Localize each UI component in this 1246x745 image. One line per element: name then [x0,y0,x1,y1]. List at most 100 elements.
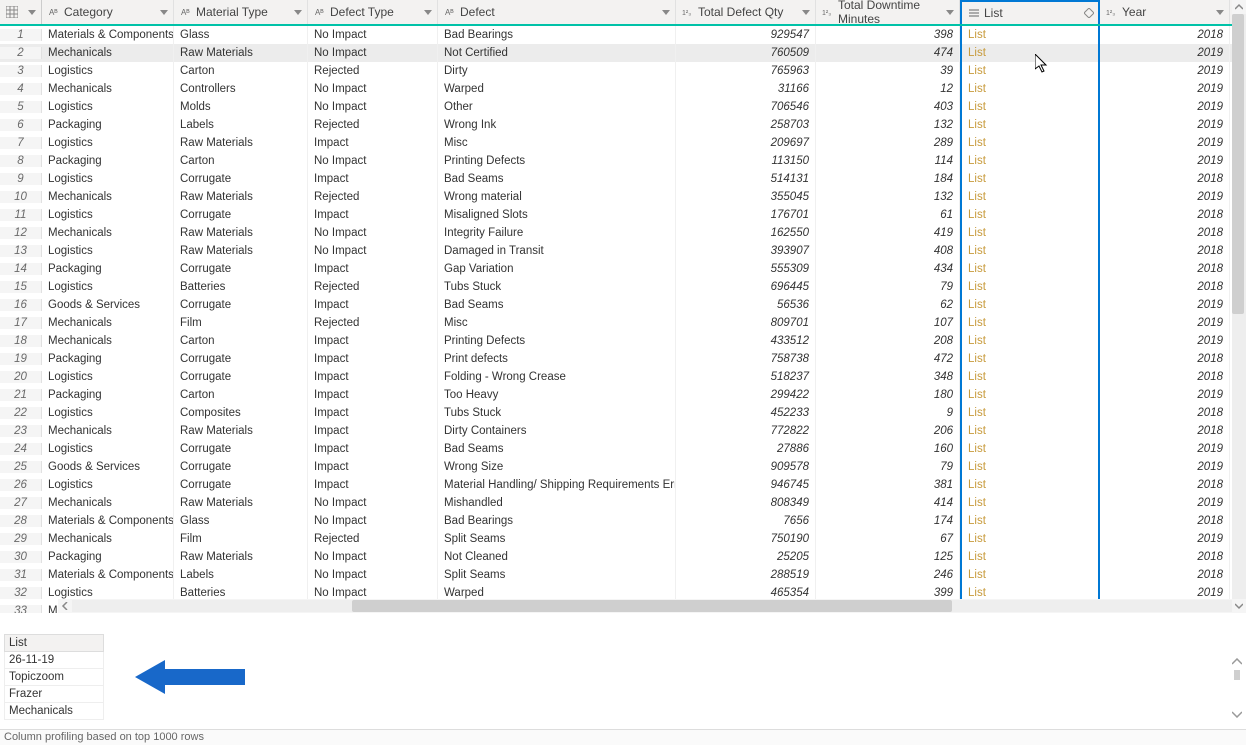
cell-qty[interactable]: 258703 [676,116,816,134]
cell-year[interactable]: 2018 [1100,422,1230,440]
cell-defect[interactable]: Gap Variation [438,260,676,278]
cell-material[interactable]: Corrugate [174,296,308,314]
cell-defect[interactable]: Bad Seams [438,296,676,314]
cell-list[interactable]: List [960,206,1100,224]
table-row[interactable]: 28Materials & ComponentsGlassNo ImpactBa… [0,512,1246,530]
row-number[interactable]: 24 [0,443,42,455]
table-row[interactable]: 17MechanicalsFilmRejectedMisc809701107Li… [0,314,1246,332]
cell-list[interactable]: List [960,476,1100,494]
filter-dropdown-icon[interactable] [292,6,304,18]
cell-qty[interactable]: 355045 [676,188,816,206]
row-number[interactable]: 9 [0,173,42,185]
cell-defect[interactable]: Bad Seams [438,440,676,458]
table-row[interactable]: 9LogisticsCorrugateImpactBad Seams514131… [0,170,1246,188]
cell-category[interactable]: Packaging [42,350,174,368]
cell-qty[interactable]: 25205 [676,548,816,566]
cell-year[interactable]: 2019 [1100,530,1230,548]
cell-category[interactable]: Logistics [42,440,174,458]
column-header-total-defect-qty[interactable]: 1²₃ Total Defect Qty [676,0,816,24]
row-number[interactable]: 11 [0,209,42,221]
row-number[interactable]: 20 [0,371,42,383]
table-row[interactable]: 2MechanicalsRaw MaterialsNo ImpactNot Ce… [0,44,1246,62]
cell-defect[interactable]: Warped [438,80,676,98]
cell-defect-type[interactable]: No Impact [308,566,438,584]
cell-downtime[interactable]: 208 [816,332,960,350]
cell-material[interactable]: Corrugate [174,458,308,476]
cell-defect-type[interactable]: Impact [308,332,438,350]
cell-defect[interactable]: Integrity Failure [438,224,676,242]
cell-material[interactable]: Carton [174,332,308,350]
cell-category[interactable]: Goods & Services [42,296,174,314]
cell-material[interactable]: Raw Materials [174,188,308,206]
cell-qty[interactable]: 760509 [676,44,816,62]
cell-downtime[interactable]: 184 [816,170,960,188]
cell-material[interactable]: Raw Materials [174,548,308,566]
cell-defect[interactable]: Bad Bearings [438,512,676,530]
cell-qty[interactable]: 176701 [676,206,816,224]
cell-year[interactable]: 2019 [1100,296,1230,314]
cell-year[interactable]: 2019 [1100,494,1230,512]
cell-qty[interactable]: 393907 [676,242,816,260]
cell-year[interactable]: 2018 [1100,224,1230,242]
cell-defect-type[interactable]: Rejected [308,188,438,206]
cell-defect[interactable]: Too Heavy [438,386,676,404]
cell-qty[interactable]: 929547 [676,26,816,44]
column-header-material-type[interactable]: Aᴮ Material Type [174,0,308,24]
cell-defect[interactable]: Print defects [438,350,676,368]
row-number[interactable]: 25 [0,461,42,473]
cell-list[interactable]: List [960,296,1100,314]
cell-qty[interactable]: 31166 [676,80,816,98]
table-row[interactable]: 24LogisticsCorrugateImpactBad Seams27886… [0,440,1246,458]
cell-defect-type[interactable]: No Impact [308,548,438,566]
cell-downtime[interactable]: 12 [816,80,960,98]
column-header-defect-type[interactable]: Aᴮ Defect Type [308,0,438,24]
cell-year[interactable]: 2019 [1100,458,1230,476]
detail-item[interactable]: Mechanicals [4,703,104,720]
cell-downtime[interactable]: 472 [816,350,960,368]
cell-qty[interactable]: 555309 [676,260,816,278]
cell-qty[interactable]: 452233 [676,404,816,422]
cell-qty[interactable]: 909578 [676,458,816,476]
cell-year[interactable]: 2019 [1100,188,1230,206]
cell-list[interactable]: List [960,242,1100,260]
cell-material[interactable]: Corrugate [174,260,308,278]
table-row[interactable]: 27MechanicalsRaw MaterialsNo ImpactMisha… [0,494,1246,512]
table-row[interactable]: 11LogisticsCorrugateImpactMisaligned Slo… [0,206,1246,224]
row-number[interactable]: 12 [0,227,42,239]
detail-vertical-scrollbar[interactable] [1232,658,1244,721]
table-row[interactable]: 26LogisticsCorrugateImpactMaterial Handl… [0,476,1246,494]
cell-defect[interactable]: Split Seams [438,530,676,548]
cell-defect-type[interactable]: No Impact [308,494,438,512]
cell-qty[interactable]: 433512 [676,332,816,350]
cell-downtime[interactable]: 246 [816,566,960,584]
cell-defect-type[interactable]: No Impact [308,98,438,116]
cell-qty[interactable]: 808349 [676,494,816,512]
table-row[interactable]: 23MechanicalsRaw MaterialsImpactDirty Co… [0,422,1246,440]
cell-defect-type[interactable]: Rejected [308,530,438,548]
cell-qty[interactable]: 758738 [676,350,816,368]
cell-defect-type[interactable]: Impact [308,170,438,188]
cell-category[interactable]: Logistics [42,206,174,224]
row-number[interactable]: 6 [0,119,42,131]
cell-downtime[interactable]: 114 [816,152,960,170]
cell-defect-type[interactable]: Rejected [308,116,438,134]
scroll-down-icon[interactable] [1232,599,1246,613]
table-corner[interactable] [0,0,42,24]
cell-downtime[interactable]: 174 [816,512,960,530]
cell-material[interactable]: Corrugate [174,440,308,458]
cell-defect-type[interactable]: Rejected [308,62,438,80]
cell-list[interactable]: List [960,404,1100,422]
row-number[interactable]: 3 [0,65,42,77]
cell-defect[interactable]: Printing Defects [438,332,676,350]
cell-defect-type[interactable]: Impact [308,260,438,278]
cell-material[interactable]: Controllers [174,80,308,98]
cell-material[interactable]: Composites [174,404,308,422]
cell-material[interactable]: Raw Materials [174,422,308,440]
cell-defect-type[interactable]: Impact [308,422,438,440]
cell-downtime[interactable]: 67 [816,530,960,548]
cell-defect[interactable]: Not Certified [438,44,676,62]
cell-qty[interactable]: 113150 [676,152,816,170]
cell-list[interactable]: List [960,152,1100,170]
scroll-thumb[interactable] [1232,14,1244,314]
cell-category[interactable]: Packaging [42,548,174,566]
